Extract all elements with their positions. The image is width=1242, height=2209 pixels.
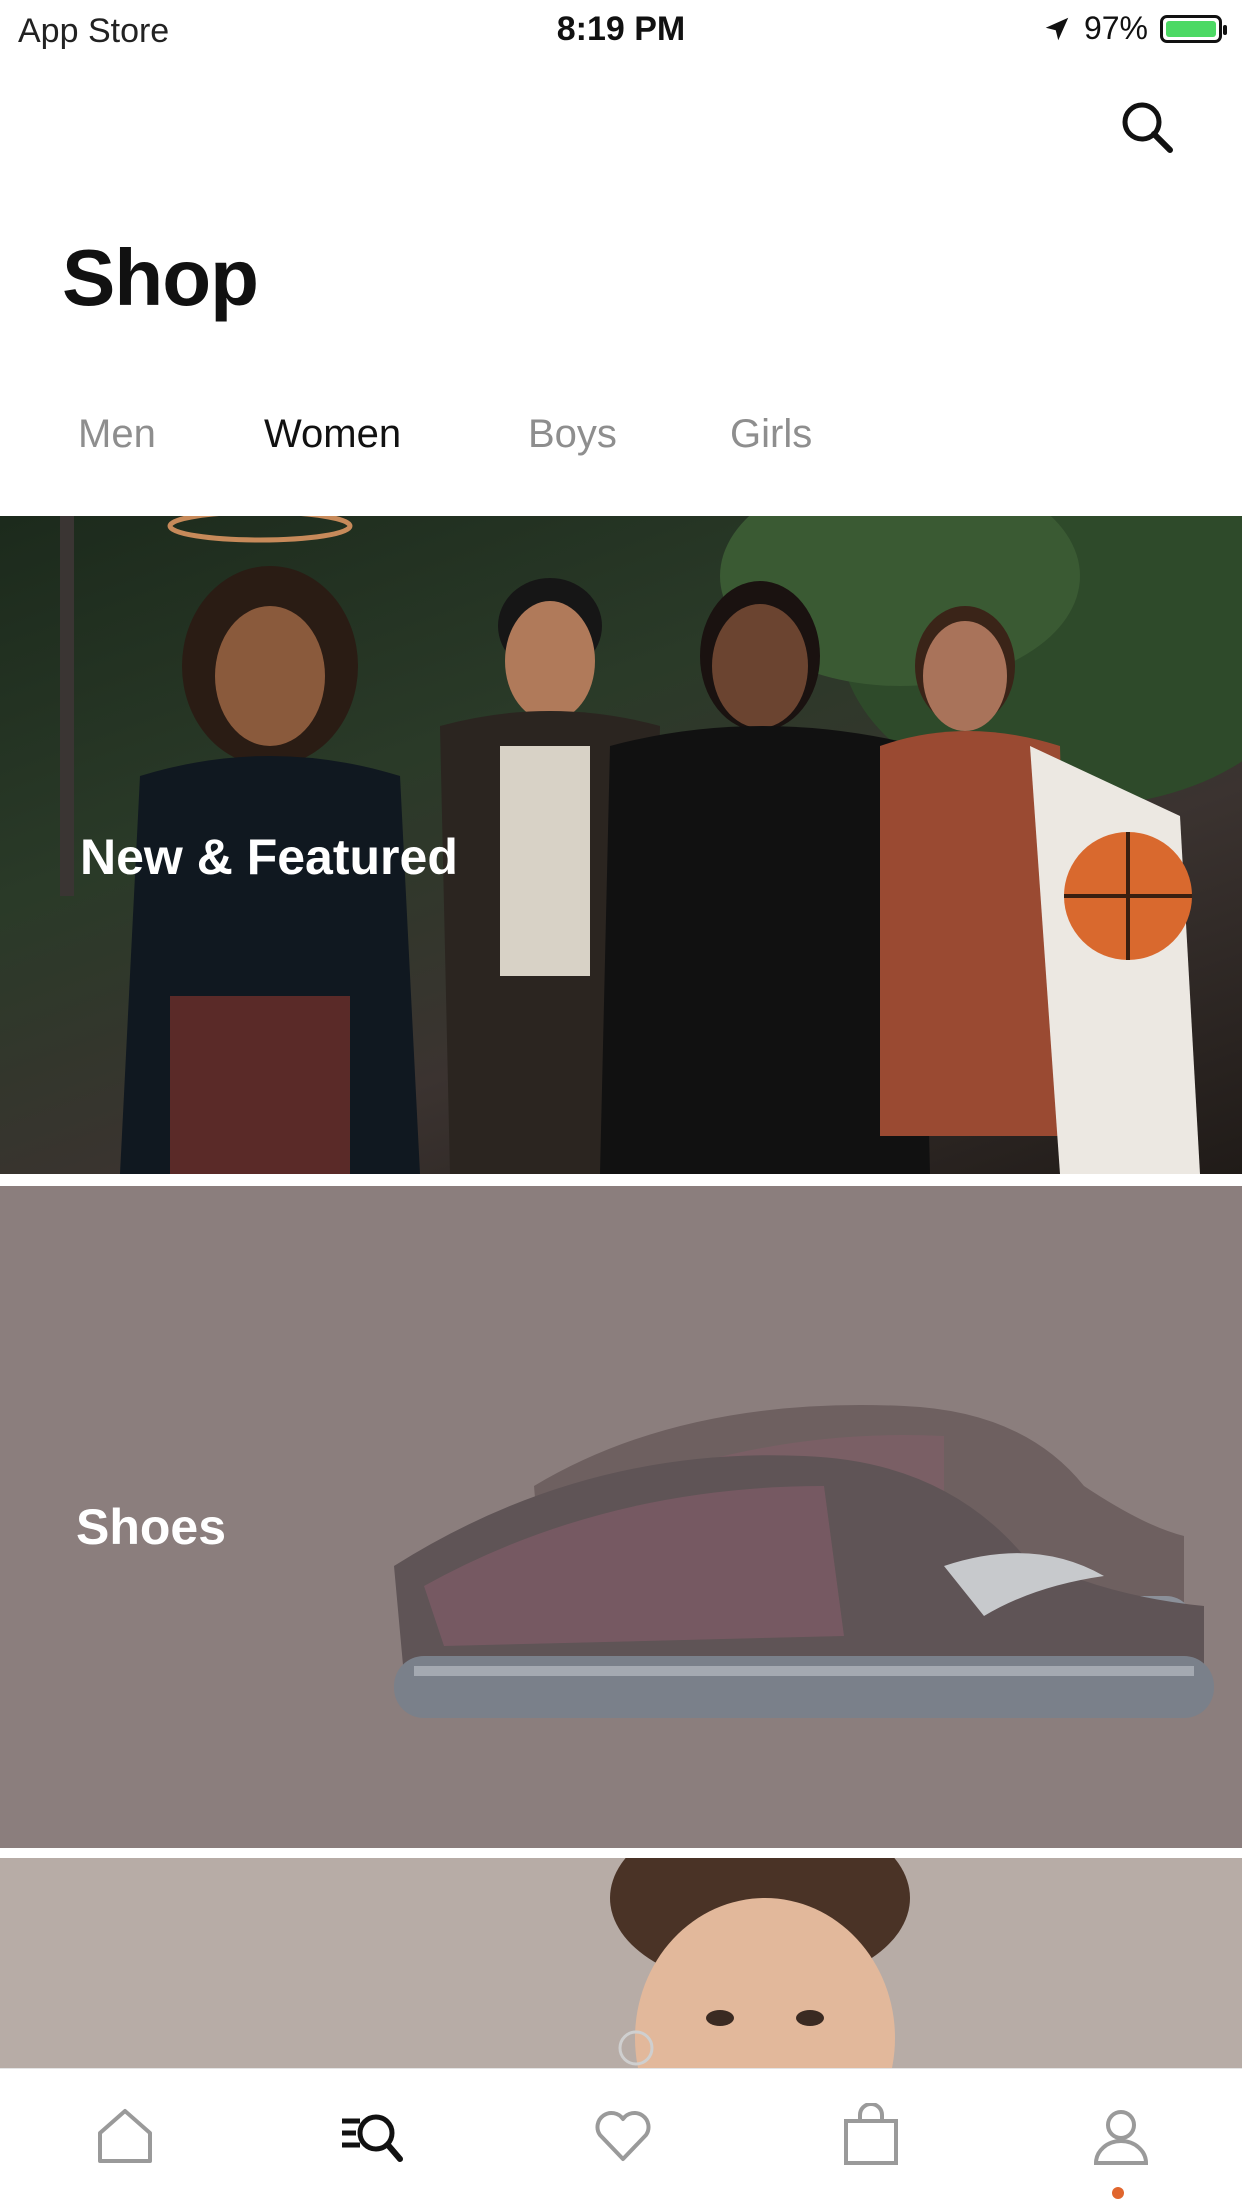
profile-icon <box>1093 2110 1149 2165</box>
nav-favorites[interactable] <box>590 2103 656 2169</box>
tab-men[interactable]: Men <box>78 412 156 457</box>
new-featured-label: New & Featured <box>80 829 458 885</box>
location-arrow-icon <box>1045 17 1069 40</box>
heart-icon <box>595 2111 651 2161</box>
nav-home[interactable] <box>92 2103 158 2169</box>
new-featured-card[interactable]: New & Featured <box>0 516 1242 1174</box>
model-photo <box>610 1858 910 2068</box>
nav-bag[interactable] <box>838 2102 904 2169</box>
tab-boys[interactable]: Boys <box>528 412 617 457</box>
profile-notification-dot <box>1112 2187 1124 2199</box>
bag-icon <box>844 2102 898 2165</box>
status-bar: App Store 8:19 PM 97% <box>0 0 1242 54</box>
shoe-image <box>394 1405 1214 1718</box>
page-title: Shop <box>62 233 259 322</box>
nav-profile[interactable] <box>1088 2103 1154 2169</box>
nav-shop[interactable] <box>338 2103 404 2169</box>
bottom-tab-bar <box>0 2068 1242 2209</box>
search-button[interactable] <box>1118 98 1176 156</box>
battery-percent: 97% <box>1083 10 1148 46</box>
home-icon <box>98 2109 152 2163</box>
shoes-label: Shoes <box>76 1499 227 1555</box>
search-icon <box>1122 102 1173 153</box>
shop-search-icon <box>342 2114 403 2162</box>
battery-icon <box>1160 14 1227 43</box>
tab-girls[interactable]: Girls <box>730 412 812 457</box>
category-tabs: Men Women Boys Girls <box>0 412 1242 460</box>
shoes-card[interactable]: Shoes <box>0 1186 1242 1848</box>
tab-women[interactable]: Women <box>264 412 401 457</box>
status-indicators: 97% <box>1042 10 1227 47</box>
model-card[interactable] <box>0 1858 1242 2068</box>
